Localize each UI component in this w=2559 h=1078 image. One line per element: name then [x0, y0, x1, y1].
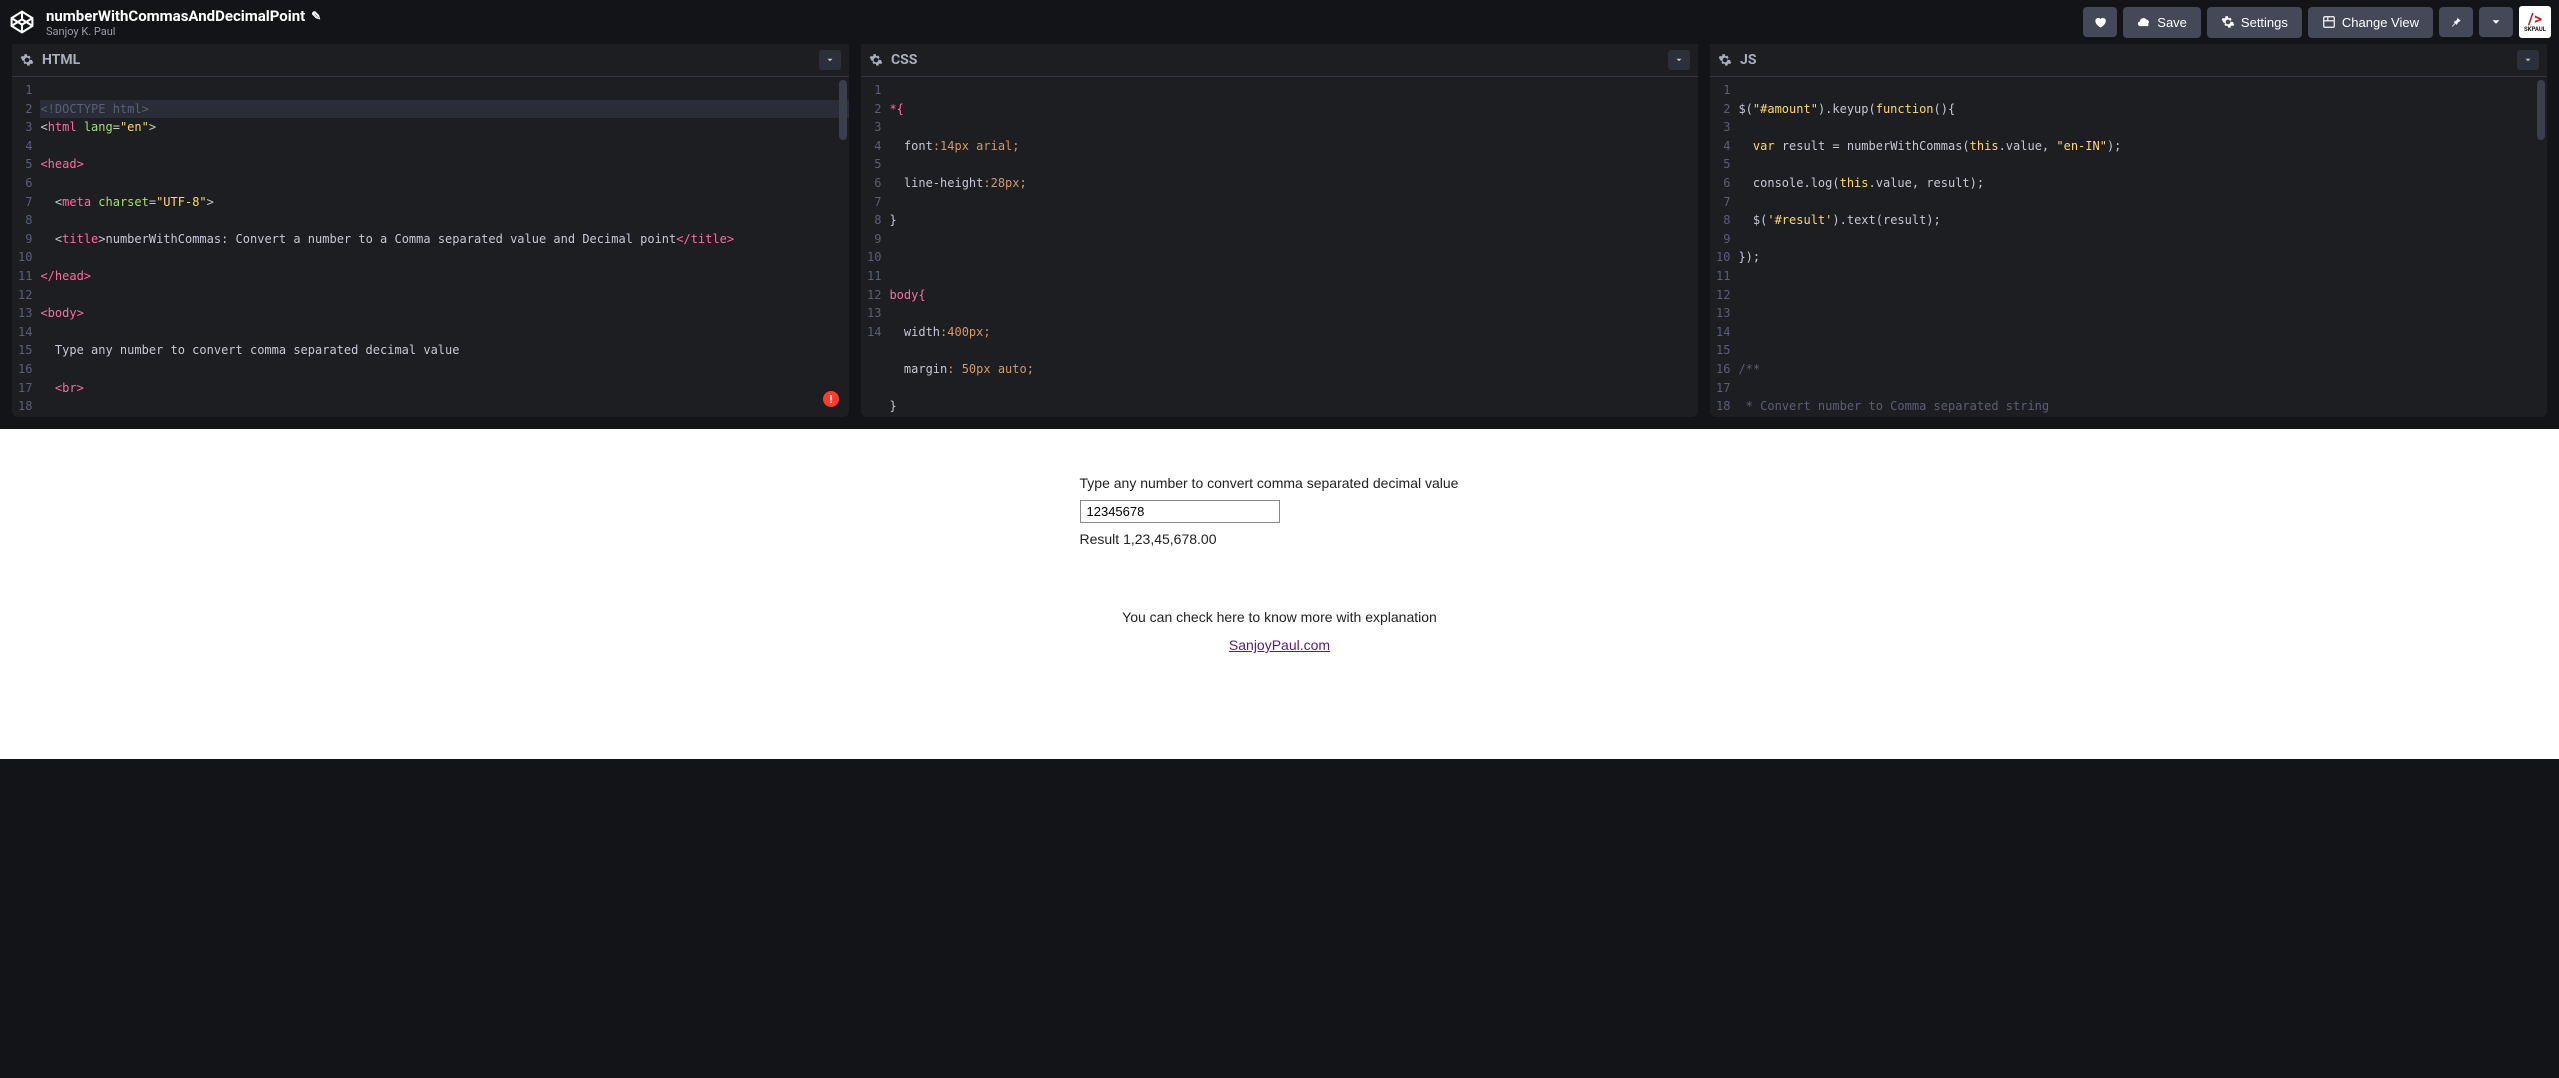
preview-footer-text: You can check here to know more with exp… — [1080, 603, 1480, 631]
settings-label: Settings — [2241, 15, 2288, 30]
save-label: Save — [2157, 15, 2187, 30]
css-gutter: 1234567891011121314 — [861, 81, 889, 413]
edit-title-icon[interactable]: ✎ — [311, 9, 321, 23]
js-gutter: 123456789101112131415161718192021 — [1710, 81, 1738, 413]
html-error-badge[interactable]: ! — [823, 391, 839, 407]
html-title: HTML — [42, 52, 80, 68]
css-code-area[interactable]: 1234567891011121314 *{ font:14px arial; … — [861, 77, 1698, 417]
js-scrollbar[interactable] — [2537, 80, 2545, 140]
html-scrollbar[interactable] — [839, 80, 847, 140]
html-gutter: 1234567891011121314151617181920 — [12, 81, 40, 413]
html-settings-icon[interactable] — [20, 53, 34, 67]
editors-row: HTML 1234567891011121314151617181920 <!D… — [0, 44, 2559, 429]
css-editor-panel: CSS 1234567891011121314 *{ font:14px ari… — [861, 44, 1698, 417]
chevron-down-button[interactable] — [2479, 7, 2513, 37]
change-view-button[interactable]: Change View — [2308, 7, 2433, 38]
js-code-area[interactable]: 123456789101112131415161718192021 $("#am… — [1710, 77, 2547, 417]
js-settings-icon[interactable] — [1718, 53, 1732, 67]
css-settings-icon[interactable] — [869, 53, 883, 67]
result-value: 1,23,45,678.00 — [1123, 531, 1216, 547]
html-code-area[interactable]: 1234567891011121314151617181920 <!DOCTYP… — [12, 77, 849, 417]
amount-input[interactable] — [1080, 500, 1280, 523]
js-editor-panel: JS 123456789101112131415161718192021 $("… — [1710, 44, 2547, 417]
avatar-label: SKPAUL — [2524, 27, 2546, 33]
pen-title[interactable]: numberWithCommasAndDecimalPoint — [46, 7, 305, 25]
change-view-label: Change View — [2342, 15, 2419, 30]
css-title: CSS — [891, 52, 917, 68]
heart-button[interactable] — [2083, 7, 2117, 37]
avatar-icon: /> — [2528, 11, 2542, 27]
codepen-logo-icon[interactable] — [8, 8, 36, 36]
css-collapse-button[interactable] — [1668, 50, 1690, 70]
save-button[interactable]: Save — [2123, 7, 2201, 38]
preview-footer-link[interactable]: SanjoyPaul.com — [1229, 637, 1330, 653]
html-editor-panel: HTML 1234567891011121314151617181920 <!D… — [12, 44, 849, 417]
user-avatar[interactable]: /> SKPAUL — [2519, 6, 2551, 38]
preview-intro-text: Type any number to convert comma separat… — [1080, 469, 1480, 497]
result-label: Result — [1080, 531, 1124, 547]
js-collapse-button[interactable] — [2517, 50, 2539, 70]
js-title: JS — [1740, 52, 1756, 68]
pen-author[interactable]: Sanjoy K. Paul — [46, 25, 321, 38]
settings-button[interactable]: Settings — [2207, 7, 2302, 38]
pin-button[interactable] — [2439, 7, 2473, 37]
preview-pane: Type any number to convert comma separat… — [0, 429, 2559, 759]
app-header: numberWithCommasAndDecimalPoint ✎ Sanjoy… — [0, 0, 2559, 44]
html-collapse-button[interactable] — [819, 50, 841, 70]
